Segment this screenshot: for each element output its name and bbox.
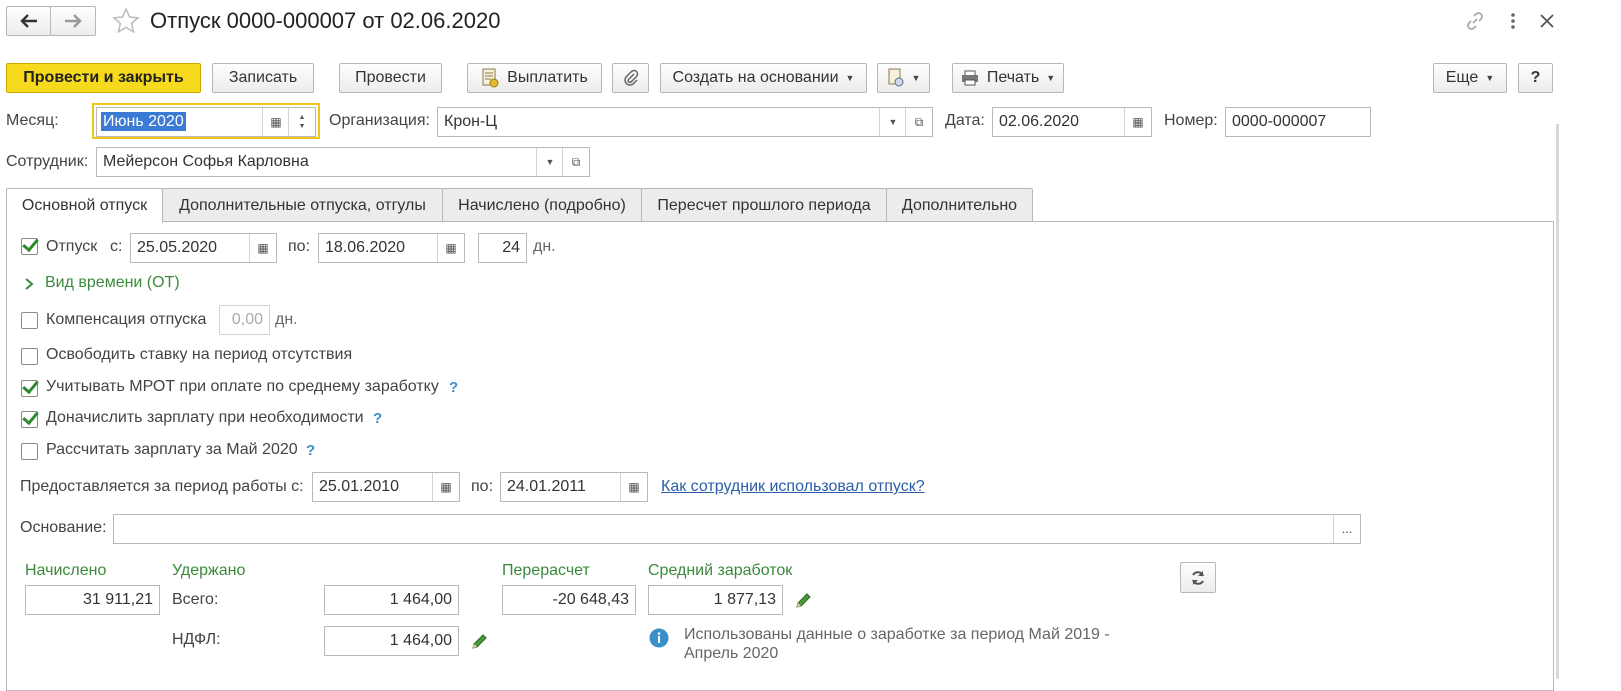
vacation-days-unit: дн.: [533, 238, 556, 255]
avg-earnings-value: 1 877,13: [648, 585, 783, 615]
work-period-from-value: 25.01.2010: [319, 478, 400, 495]
vacation-to-label: по:: [288, 238, 311, 255]
compensation-label: Компенсация отпуска: [46, 311, 207, 328]
compensation-unit: дн.: [275, 311, 298, 328]
help-icon[interactable]: ?: [373, 410, 382, 427]
ndfl-label: НДФЛ:: [172, 631, 221, 648]
extra-salary-checkbox[interactable]: [21, 411, 38, 428]
earnings-info-line1: Использованы данные о заработке за перио…: [684, 626, 1110, 643]
accrued-label: Начислено: [25, 562, 107, 579]
vacation-to-value: 18.06.2020: [325, 239, 406, 256]
refresh-icon: [1192, 570, 1204, 585]
time-type-link[interactable]: Вид времени (ОТ): [45, 273, 180, 293]
vacation-to-input[interactable]: 18.06.2020 ▦: [318, 233, 465, 263]
work-period-to-input[interactable]: 24.01.2011 ▦: [500, 472, 648, 502]
mrot-checkbox[interactable]: [21, 380, 38, 397]
work-period-label: Предоставляется за период работы с:: [20, 478, 304, 495]
basis-label: Основание:: [20, 519, 107, 536]
calc-salary-label: Рассчитать зарплату за Май 2020: [46, 441, 298, 458]
free-rate-checkbox[interactable]: [21, 348, 38, 365]
free-rate-label: Освободить ставку на период отсутствия: [46, 346, 353, 363]
total-label: Всего:: [172, 591, 219, 608]
pencil-icon[interactable]: [794, 592, 812, 610]
total-withheld-value: 1 464,00: [324, 585, 459, 615]
basis-input[interactable]: ...: [113, 514, 1361, 544]
vacation-from-value: 25.05.2020: [137, 239, 218, 256]
calendar-icon[interactable]: ▦: [249, 234, 276, 262]
select-button[interactable]: ...: [1333, 515, 1360, 543]
help-icon[interactable]: ?: [306, 442, 315, 459]
vacation-from-label: с:: [110, 238, 123, 255]
earnings-info-line2: Апрель 2020: [684, 645, 779, 662]
chevron-right-icon[interactable]: [23, 277, 35, 291]
calendar-icon[interactable]: ▦: [432, 473, 459, 501]
vacation-days-input[interactable]: 24: [478, 233, 527, 263]
ndfl-value: 1 464,00: [324, 626, 459, 656]
vacation-usage-link[interactable]: Как сотрудник использовал отпуск?: [661, 477, 925, 497]
vacation-from-input[interactable]: 25.05.2020 ▦: [130, 233, 277, 263]
avg-earnings-label: Средний заработок: [648, 562, 793, 579]
refresh-button[interactable]: [1180, 562, 1216, 593]
mrot-label: Учитывать МРОТ при оплате по среднему за…: [46, 378, 439, 395]
vacation-label: Отпуск: [46, 238, 98, 255]
work-period-to-label: по:: [471, 478, 494, 495]
compensation-days-input: 0,00: [219, 305, 270, 335]
info-icon: [649, 628, 669, 648]
calc-salary-checkbox[interactable]: [21, 443, 38, 460]
calendar-icon[interactable]: ▦: [437, 234, 464, 262]
recalc-label: Перерасчет: [502, 562, 590, 579]
withheld-label: Удержано: [172, 562, 246, 579]
pencil-icon[interactable]: [470, 633, 488, 651]
help-icon[interactable]: ?: [449, 379, 458, 396]
work-period-from-input[interactable]: 25.01.2010 ▦: [312, 472, 460, 502]
vacation-checkbox[interactable]: [21, 238, 38, 255]
work-period-to-value: 24.01.2011: [507, 478, 586, 495]
calendar-icon[interactable]: ▦: [620, 473, 647, 501]
extra-salary-label: Доначислить зарплату при необходимости: [46, 409, 364, 426]
recalc-value: -20 648,43: [502, 585, 636, 615]
compensation-checkbox[interactable]: [21, 312, 38, 329]
accrued-value: 31 911,21: [25, 585, 160, 615]
